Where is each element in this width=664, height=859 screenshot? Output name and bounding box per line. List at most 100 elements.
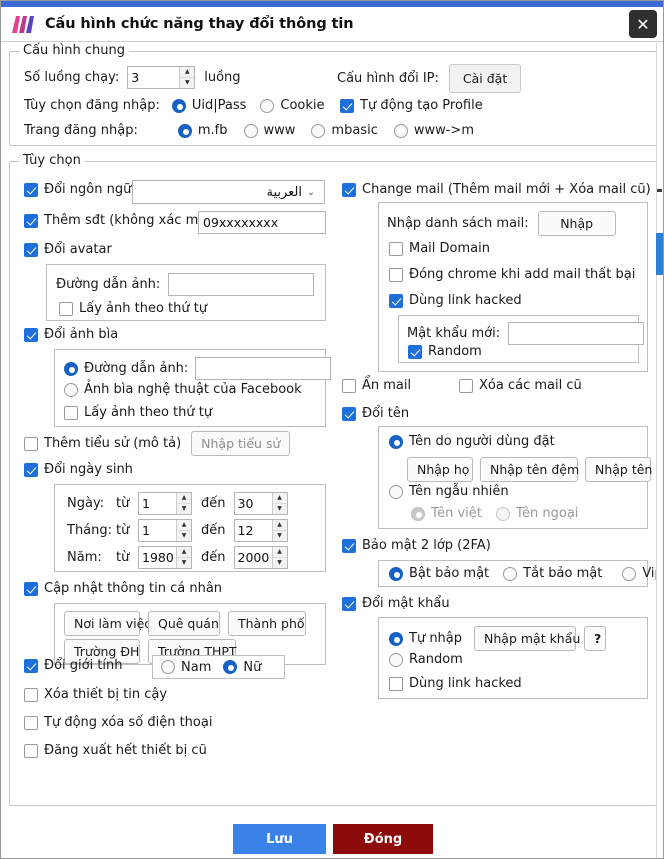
radio-cover-fb-art[interactable]: Ảnh bìa nghệ thuật của Facebook	[64, 382, 302, 397]
checkbox-change-name[interactable]: Đổi tên	[342, 406, 409, 421]
checkbox-change-avatar[interactable]: Đổi avatar	[24, 242, 112, 257]
checkbox-password-hacked-link[interactable]: Dùng link hacked	[389, 676, 522, 691]
year-from-down-icon[interactable]: ▼	[177, 558, 191, 568]
checkbox-hide-mail[interactable]: Ẩn mail	[342, 378, 411, 393]
enter-password-button[interactable]: Nhập mật khẩu	[474, 626, 576, 651]
radio-password-random[interactable]: Random	[389, 652, 463, 667]
firstname-button[interactable]: Nhập tên	[585, 457, 651, 482]
radio-foreign-name[interactable]: Tên ngoại	[496, 506, 579, 521]
cover-path-input[interactable]	[195, 357, 331, 380]
threads-down-icon[interactable]: ▼	[180, 78, 194, 88]
password-help-button[interactable]: ?	[584, 626, 606, 651]
month-to-arrows[interactable]: ▲▼	[272, 520, 287, 541]
radio-password-manual[interactable]: Tự nhập	[389, 631, 462, 646]
checkbox-avatar-order[interactable]: Lấy ảnh theo thứ tự	[59, 301, 207, 316]
checkbox-change-password[interactable]: Đổi mật khẩu	[342, 596, 450, 611]
year-to-input[interactable]	[235, 547, 272, 568]
avatar-path-input[interactable]	[168, 273, 314, 296]
radio-cover-path[interactable]: Đường dẫn ảnh:	[64, 361, 188, 376]
checkbox-cover-order[interactable]: Lấy ảnh theo thứ tự	[64, 405, 212, 420]
radio-user-defined-name[interactable]: Tên do người dùng đặt	[389, 434, 555, 449]
month-from-arrows[interactable]: ▲▼	[176, 520, 191, 541]
radio-login-cookie[interactable]: Cookie	[260, 98, 324, 113]
save-button[interactable]: Lưu	[233, 824, 326, 854]
day-from-up-icon[interactable]: ▲	[177, 493, 191, 504]
month-from-stepper[interactable]: ▲▼	[138, 519, 192, 542]
vertical-scrollbar[interactable]	[656, 43, 663, 859]
day-from-stepper[interactable]: ▲▼	[138, 492, 192, 515]
cover-fb-art-row: Ảnh bìa nghệ thuật của Facebook	[64, 382, 302, 397]
city-button[interactable]: Thành phố	[228, 611, 306, 636]
checkbox-change-language[interactable]: Đổi ngôn ngữ	[24, 182, 131, 197]
radio-gender-female[interactable]: Nữ	[223, 660, 261, 675]
day-to-up-icon[interactable]: ▲	[273, 493, 287, 504]
hometown-button[interactable]: Quê quán	[148, 611, 220, 636]
day-from-arrows[interactable]: ▲▼	[176, 493, 191, 514]
mail-list-input-button[interactable]: Nhập	[538, 211, 616, 236]
workplace-button[interactable]: Nơi làm việc	[64, 611, 140, 636]
bio-input-button[interactable]: Nhập tiểu sử	[191, 431, 290, 456]
radio-viet-name[interactable]: Tên việt	[411, 506, 482, 521]
checkbox-close-chrome-on-fail[interactable]: Đóng chrome khi add mail thất bại	[389, 267, 635, 282]
radio-gender-male[interactable]: Nam	[161, 660, 211, 675]
close-icon[interactable]: ✕	[629, 10, 657, 38]
checkbox-logout-old-devices[interactable]: Đăng xuất hết thiết bị cũ	[24, 743, 207, 758]
month-to-input[interactable]	[235, 520, 272, 541]
day-to-arrows[interactable]: ▲▼	[272, 493, 287, 514]
month-to-stepper[interactable]: ▲▼	[234, 519, 288, 542]
year-to-stepper[interactable]: ▲▼	[234, 546, 288, 569]
radio-page-mbasic[interactable]: mbasic	[311, 123, 377, 138]
checkbox-change-cover[interactable]: Đổi ảnh bìa	[24, 327, 118, 342]
radio-login-uidpass[interactable]: Uid|Pass	[172, 98, 247, 113]
checkbox-change-mail[interactable]: Change mail (Thêm mail mới + Xóa mail cũ…	[342, 182, 651, 197]
threads-input[interactable]	[128, 67, 179, 88]
year-to-arrows[interactable]: ▲▼	[272, 547, 287, 568]
ip-settings-button[interactable]: Cài đặt	[449, 64, 521, 93]
month-to-up-icon[interactable]: ▲	[273, 520, 287, 531]
year-from-stepper[interactable]: ▲▼	[138, 546, 192, 569]
month-from-input[interactable]	[139, 520, 176, 541]
checkbox-use-hacked-link-mail[interactable]: Dùng link hacked	[389, 293, 522, 308]
day-to-input[interactable]	[235, 493, 272, 514]
threads-stepper-arrows[interactable]: ▲ ▼	[179, 67, 194, 88]
language-select[interactable]: العربية ⌄	[132, 180, 325, 204]
radio-2fa-disable[interactable]: Tắt bảo mật	[503, 566, 602, 581]
checkbox-auto-remove-phone[interactable]: Tự động xóa số điện thoại	[24, 715, 212, 730]
checkbox-2fa[interactable]: Bảo mật 2 lớp (2FA)	[342, 538, 491, 553]
middlename-button[interactable]: Nhập tên đệm	[480, 457, 578, 482]
checkbox-mail-domain[interactable]: Mail Domain	[389, 241, 490, 256]
lastname-button[interactable]: Nhập họ	[407, 457, 473, 482]
year-from-arrows[interactable]: ▲▼	[176, 547, 191, 568]
checkbox-delete-old-mails[interactable]: Xóa các mail cũ	[459, 378, 582, 393]
radio-random-name[interactable]: Tên ngẫu nhiên	[389, 484, 509, 499]
checkbox-auto-create-profile[interactable]: Tự động tạo Profile	[340, 98, 483, 113]
month-from-up-icon[interactable]: ▲	[177, 520, 191, 531]
threads-up-icon[interactable]: ▲	[180, 67, 194, 78]
threads-stepper[interactable]: ▲ ▼	[127, 66, 195, 89]
close-button[interactable]: Đóng	[333, 824, 433, 854]
day-to-down-icon[interactable]: ▼	[273, 504, 287, 514]
checkbox-change-gender[interactable]: Đổi giới tính	[24, 658, 123, 673]
day-from-down-icon[interactable]: ▼	[177, 504, 191, 514]
year-to-down-icon[interactable]: ▼	[273, 558, 287, 568]
radio-page-mfb[interactable]: m.fb	[178, 123, 228, 138]
checkbox-random-password[interactable]: Random	[408, 344, 482, 359]
day-from-input[interactable]	[139, 493, 176, 514]
checkbox-add-phone[interactable]: Thêm sđt (không xác minh)	[24, 213, 223, 228]
checkbox-add-bio[interactable]: Thêm tiểu sử (mô tả)	[24, 436, 181, 451]
scrollbar-thumb[interactable]	[656, 233, 663, 275]
year-from-input[interactable]	[139, 547, 176, 568]
year-from-up-icon[interactable]: ▲	[177, 547, 191, 558]
radio-page-www-to-m[interactable]: www->m	[394, 123, 474, 138]
checkbox-update-personal-info[interactable]: Cập nhật thông tin cá nhân	[24, 581, 222, 596]
checkbox-change-birthday[interactable]: Đổi ngày sinh	[24, 462, 133, 477]
phone-input[interactable]	[198, 211, 326, 234]
month-to-down-icon[interactable]: ▼	[273, 531, 287, 541]
year-to-up-icon[interactable]: ▲	[273, 547, 287, 558]
radio-2fa-enable[interactable]: Bật bảo mật	[389, 566, 489, 581]
new-password-input[interactable]	[508, 322, 644, 345]
day-to-stepper[interactable]: ▲▼	[234, 492, 288, 515]
month-from-down-icon[interactable]: ▼	[177, 531, 191, 541]
checkbox-remove-trusted-devices[interactable]: Xóa thiết bị tin cậy	[24, 687, 167, 702]
radio-page-www[interactable]: www	[244, 123, 296, 138]
